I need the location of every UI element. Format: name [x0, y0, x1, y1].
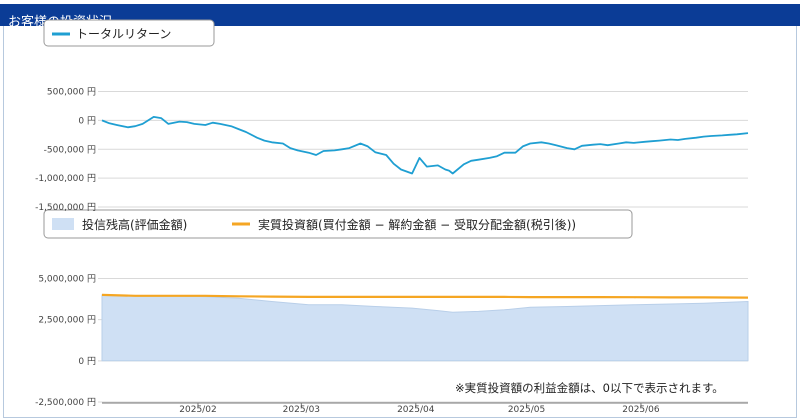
legend-top-label: トータルリターン — [76, 27, 171, 41]
x-tick-label: 2025/04 — [397, 405, 435, 415]
bottom-y-tick-label: 5,000,000 円 — [38, 273, 96, 284]
charts-canvas: トータルリターン 投信残高(評価金額) 実質投資額(買付金額 − 解約金額 − … — [35, 19, 749, 415]
legend-top: トータルリターン — [43, 19, 215, 47]
top-y-tick-label: 0 円 — [78, 115, 96, 126]
bottom-series — [101, 293, 749, 362]
legend-invest-label: 実質投資額(買付金額 − 解約金額 − 受取分配金額(税引後)) — [258, 217, 576, 232]
legend-area-label: 投信残高(評価金額) — [82, 217, 187, 232]
chart-note: ※実質投資額の利益金額は、0以下で表示されます。 — [455, 381, 724, 395]
x-tick-label: 2025/05 — [508, 405, 545, 415]
bottom-y-tick-label: 0 円 — [78, 356, 96, 367]
top-series — [101, 116, 749, 175]
holdings-area — [101, 294, 749, 362]
total-return-line — [101, 116, 749, 175]
x-tick-label: 2025/02 — [179, 405, 216, 415]
legend-area-swatch — [52, 218, 74, 230]
bottom-y-tick-label: 2,500,000 円 — [38, 315, 96, 326]
top-y-tick-label: -500,000 円 — [44, 144, 96, 155]
top-y-tick-label: 500,000 円 — [47, 87, 96, 98]
top-grid: 500,000 円 0 円 -500,000 円 -1,000,000 円 -1,500… — [35, 87, 748, 213]
legend-bottom: 投信残高(評価金額) 実質投資額(買付金額 − 解約金額 − 受取分配金額(税引… — [43, 209, 633, 239]
top-y-tick-label: -1,000,000 円 — [35, 173, 96, 184]
x-tick-label: 2025/06 — [622, 405, 660, 415]
x-tick-label: 2025/03 — [283, 405, 320, 415]
bottom-y-tick-label: -2,500,000 円 — [35, 397, 96, 408]
top-y-tick-label: -1,500,000 円 — [35, 202, 96, 213]
x-axis: 2025/02 2025/03 2025/04 2025/05 2025/06 — [102, 402, 748, 415]
